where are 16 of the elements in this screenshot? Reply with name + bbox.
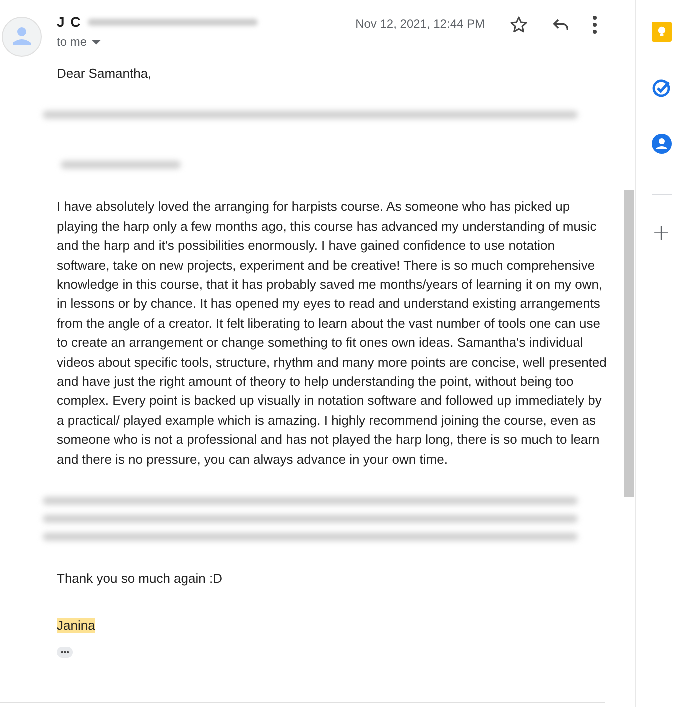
message-paragraph: Thank you so much again :D xyxy=(57,570,224,588)
message-date: Nov 12, 2021, 12:44 PM xyxy=(356,17,485,31)
sender-name: J C xyxy=(57,14,82,30)
caret-icon xyxy=(92,40,102,44)
show-trimmed-button[interactable]: ••• xyxy=(57,646,74,658)
scrollbar-thumb[interactable] xyxy=(624,190,634,497)
recipient-dropdown[interactable]: to me xyxy=(57,35,102,49)
avatar-icon xyxy=(2,17,42,57)
check-circle-icon[interactable] xyxy=(652,78,672,98)
add-button[interactable]: + xyxy=(652,223,671,245)
star-icon xyxy=(509,15,529,35)
message-paragraph: Dear Samantha, xyxy=(57,65,153,83)
signature-name: Janina xyxy=(57,618,96,632)
contacts-icon[interactable] xyxy=(652,134,672,154)
more-icon xyxy=(593,16,597,34)
message-paragraph: I have absolutely loved the arranging for harpists course. As someone who has picked up playing the harp only a few months ago, this course has advanced my understanding of music and the harp and it's possibilities enormously. I have gained confidence to use notation software, take on new projects, experiment and be creative! There is so much comprehensive knowledge in this course, that it has probably saved me months/years of learning it on my own, in lessons or by chance. It has opened my eyes to read and understand existing arrangements from the angle of a creator. It felt liberating to learn about the vast number of tools one can use to create an arrangement or change something to fit ones own ideas. Samantha's individual videos about specific tools, structure, rhythm and many more points are concise, well presented and have just the right amount of theory to help understanding the point, without being too complex. Every point is backed up visually in notation software and followed up immediately by a practical/ played example which is amazing. I highly recommend joining the course, even as someone who is not a professional and has not played the harp long, there is so much to learn and there is no pressure, you can always advance in your own time. xyxy=(57,198,607,469)
